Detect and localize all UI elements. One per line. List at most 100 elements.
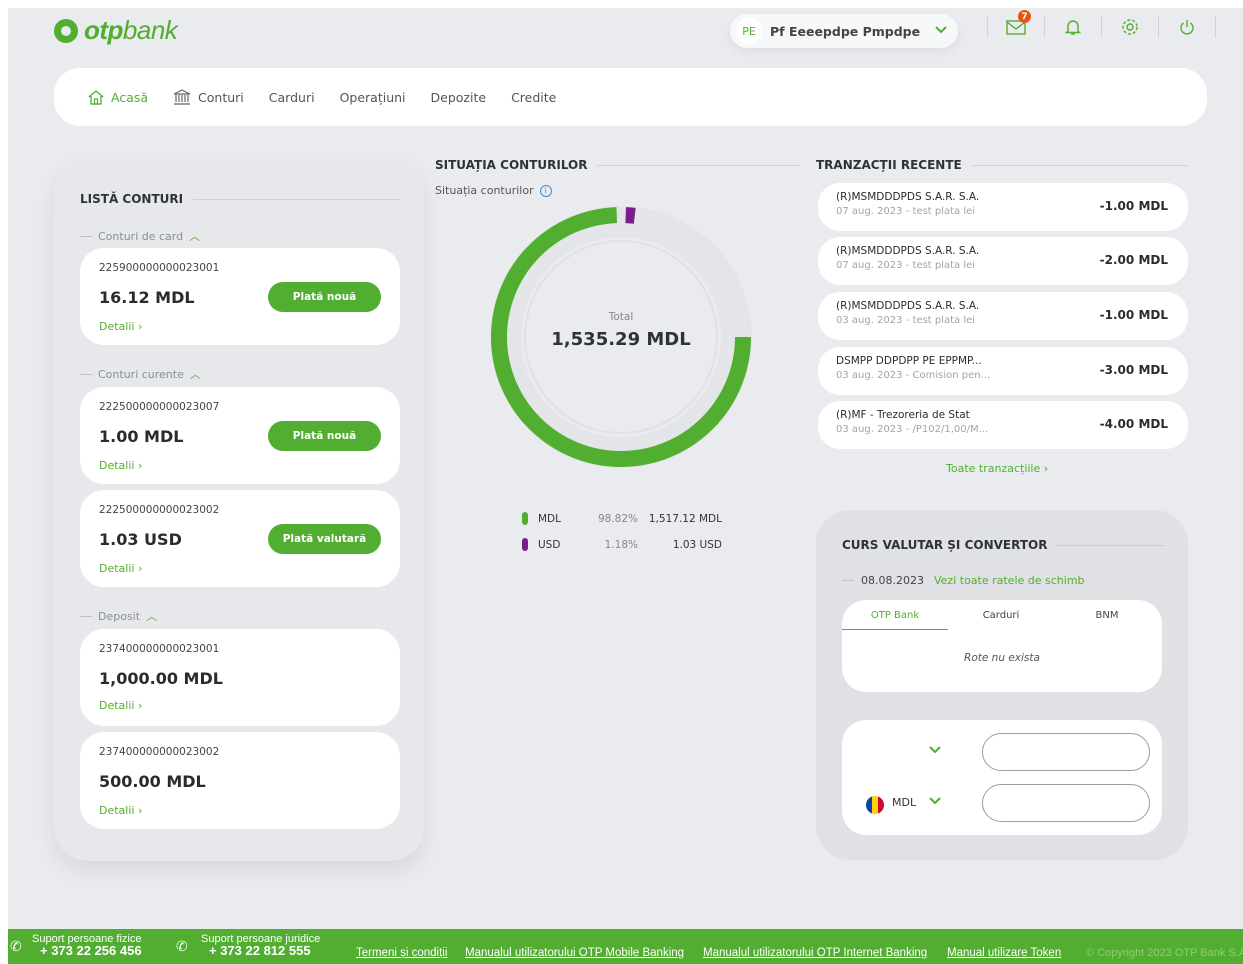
tab-cards[interactable]: Carduri [948,610,1054,629]
transaction-row[interactable]: (R)MSMDDDPDS S.A.R. S.A. 07 aug. 2023 - … [818,183,1188,231]
legend-row-mdl: MDL 98.82% 1,517.12 MDL [522,512,722,525]
support-legal[interactable]: Suport persoane juridice + 373 22 812 55… [201,933,320,957]
account-number: 222500000000023002 [99,504,220,516]
copyright: © Copyright 2023 OTP Bank S.A. [1086,947,1243,959]
user-name: Pf Eeeepdpe Pmpdpe [770,23,921,39]
transaction-amount: -4.00 MDL [1099,417,1168,431]
transaction-details: 03 aug. 2023 - /P102/1,00/M... [836,424,989,435]
avatar: PE [736,18,762,44]
footer: ✆ Suport persoane fizice + 373 22 256 45… [8,929,1243,964]
otp-logo[interactable]: otpbank [54,15,178,46]
from-amount-input[interactable] [982,733,1150,771]
nav-cards[interactable]: Carduri [269,90,315,105]
transaction-row[interactable]: DSMPP DDPDPP PE EPPMP... 03 aug. 2023 - … [818,347,1188,395]
transaction-amount: -2.00 MDL [1099,253,1168,267]
nav-accounts-label: Conturi [198,89,244,105]
bank-icon [173,89,191,105]
transaction-details: 07 aug. 2023 - test plata lei [836,260,976,271]
power-icon[interactable] [1176,16,1198,38]
tab-bnm[interactable]: BNM [1054,610,1160,629]
logo-mark-icon [54,18,78,43]
transaction-row[interactable]: (R)MF - Trezoreria de Stat 03 aug. 2023 … [818,401,1188,449]
nav-credits[interactable]: Credite [511,90,556,105]
accounts-title: LISTĂ CONTURI [80,192,400,206]
header-icons: 7 [970,10,1233,38]
nav-operations[interactable]: Operațiuni [340,90,406,105]
transaction-name: (R)MSMDDDPDS S.A.R. S.A. [836,300,980,312]
details-link[interactable]: Detalii › [99,699,142,712]
donut-total-value: 1,535.29 MDL [551,329,691,350]
details-link[interactable]: Detalii › [99,562,142,575]
phone-individuals: + 373 22 256 456 [40,943,142,958]
phone-legal: + 373 22 812 555 [209,943,311,958]
account-card[interactable]: 237400000000023002 500.00 MDL Detalii › [80,732,400,829]
nav-home[interactable]: Acasă [88,90,148,105]
transaction-details: 03 aug. 2023 - Comision pen... [836,370,991,381]
info-icon[interactable]: i [539,184,552,197]
transaction-name: (R)MSMDDDPDS S.A.R. S.A. [836,191,980,203]
converter-card: MDL [842,720,1162,835]
rates-date: 08.08.2023 Vezi toate ratele de schimb [842,574,1085,587]
details-link[interactable]: Detalii › [99,320,142,333]
transaction-details: 03 aug. 2023 - test plata lei [836,315,976,326]
terms-link[interactable]: Termeni și condiții [356,947,447,959]
tab-otp-bank[interactable]: OTP Bank [842,610,948,630]
chevron-up-icon: ︿ [146,610,158,623]
transaction-amount: -1.00 MDL [1099,199,1168,213]
donut-total-label: Total [608,311,634,323]
transaction-amount: -3.00 MDL [1099,363,1168,377]
legend-row-usd: USD 1.18% 1.03 USD [522,538,722,551]
legend-swatch [522,538,528,551]
group-card-accounts[interactable]: Conturi de card ︿ [80,228,200,244]
account-card[interactable]: 222500000000023007 1.00 MDL Plată nouă D… [80,387,400,484]
user-menu[interactable]: PE Pf Eeeepdpe Pmpdpe [730,14,958,48]
rates-tabs-card: OTP Bank Carduri BNM Rote nu exista [842,600,1162,692]
transaction-row[interactable]: (R)MSMDDDPDS S.A.R. S.A. 03 aug. 2023 - … [818,292,1188,340]
support-individuals[interactable]: Suport persoane fizice + 373 22 256 456 [32,933,142,957]
transactions-title: TRANZACȚII RECENTE [816,158,1188,172]
home-icon [88,89,104,105]
no-rates-message: Rote nu exista [964,652,1040,664]
account-number: 237400000000023001 [99,643,220,655]
all-transactions-link[interactable]: Toate tranzacțiile › [946,462,1048,475]
to-amount-input[interactable] [982,784,1150,822]
transaction-name: (R)MF - Trezoreria de Stat [836,409,970,421]
token-manual-link[interactable]: Manual utilizare Token [947,947,1061,959]
group-deposit[interactable]: Deposit ︿ [80,608,157,624]
to-currency-select[interactable]: MDL [892,796,916,809]
chevron-down-icon [934,23,948,39]
account-number: 225900000000023001 [99,262,220,274]
mail-badge: 7 [1018,10,1031,23]
overview-subtitle: Situația conturilor i [435,184,552,197]
phone-icon: ✆ [10,938,22,954]
transaction-details: 07 aug. 2023 - test plata lei [836,206,976,217]
mobile-manual-link[interactable]: Manualul utilizatorului OTP Mobile Banki… [465,947,684,959]
account-card[interactable]: 222500000000023002 1.03 USD Plată valuta… [80,490,400,587]
new-payment-button[interactable]: Plată nouă [268,282,381,312]
legend-swatch [522,512,528,525]
chevron-down-icon[interactable] [928,744,942,759]
nav-deposits[interactable]: Depozite [431,90,487,105]
all-rates-link[interactable]: Vezi toate ratele de schimb [934,574,1085,587]
mail-icon[interactable]: 7 [1005,10,1031,38]
currency-payment-button[interactable]: Plată valutară [268,524,381,554]
currency-converter-panel: CURS VALUTAR ȘI CONVERTOR 08.08.2023 Vezi… [816,510,1188,860]
account-number: 237400000000023002 [99,746,220,758]
nav-accounts[interactable]: Conturi [173,89,244,105]
transaction-row[interactable]: (R)MSMDDDPDS S.A.R. S.A. 07 aug. 2023 - … [818,237,1188,285]
account-card[interactable]: 225900000000023001 16.12 MDL Plată nouă … [80,248,400,345]
details-link[interactable]: Detalii › [99,459,142,472]
phone-icon: ✆ [176,938,188,954]
account-card[interactable]: 237400000000023001 1,000.00 MDL Detalii … [80,629,400,726]
bell-icon[interactable] [1062,16,1084,38]
transaction-amount: -1.00 MDL [1099,308,1168,322]
new-payment-button[interactable]: Plată nouă [268,421,381,451]
app-root: otpbank PE Pf Eeeepdpe Pmpdpe 7 Acasă Co… [8,8,1243,964]
chevron-down-icon[interactable] [928,795,942,810]
nav-home-label: Acasă [111,89,149,105]
settings-icon[interactable] [1119,16,1141,38]
details-link[interactable]: Detalii › [99,804,142,817]
internet-manual-link[interactable]: Manualul utilizatorului OTP Internet Ban… [703,947,927,959]
group-current-accounts[interactable]: Conturi curente ︿ [80,366,201,382]
overview-title: SITUAȚIA CONTURILOR [435,158,800,172]
